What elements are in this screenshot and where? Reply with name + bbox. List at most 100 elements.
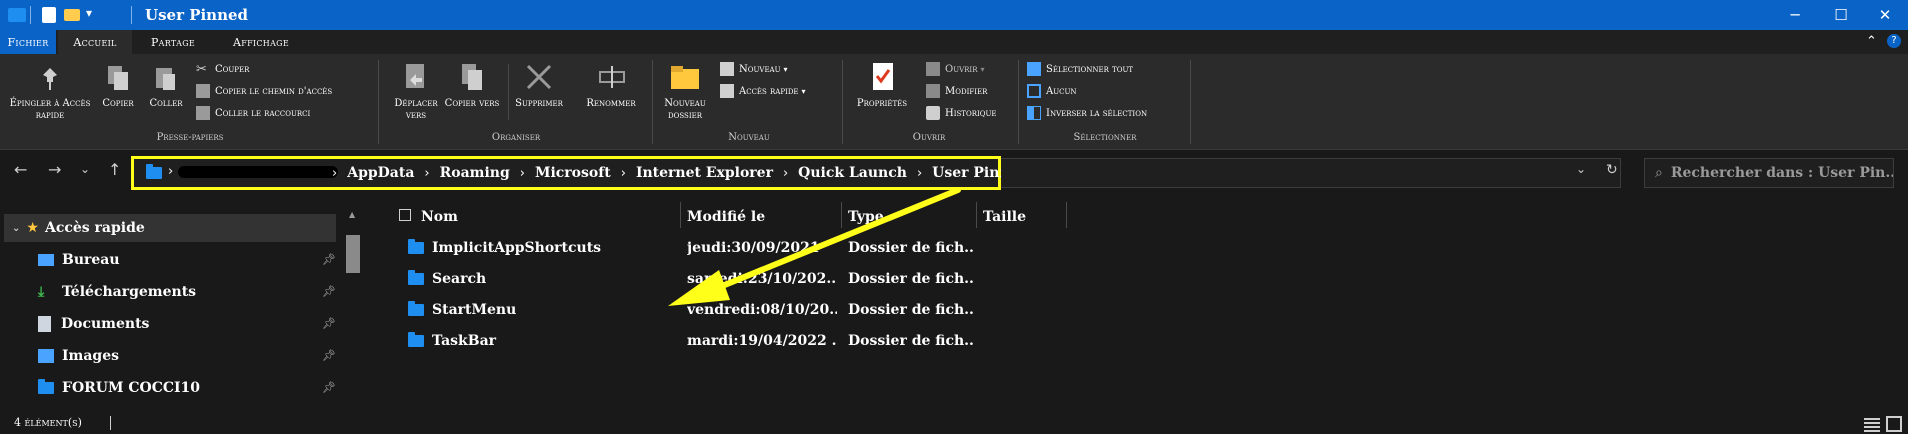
new-item-button[interactable]: Nouveau ▾ — [720, 59, 788, 79]
tab-accueil[interactable]: Accueil — [58, 30, 132, 54]
sidebar-item-label: Images — [62, 348, 120, 364]
column-divider[interactable] — [841, 202, 842, 228]
open-button[interactable]: Ouvrir ▾ — [926, 59, 984, 79]
file-name-cell[interactable]: StartMenu — [408, 301, 517, 318]
properties-button[interactable]: Propriétés — [846, 98, 918, 110]
cut-button[interactable]: ✂ Couper — [196, 59, 249, 79]
paste-button[interactable]: Coller — [142, 98, 190, 110]
collapse-ribbon-icon[interactable]: ⌃ — [1866, 34, 1877, 49]
scroll-up-icon[interactable]: ▲ — [349, 210, 355, 219]
file-name-cell[interactable]: TaskBar — [408, 332, 497, 349]
file-name: TaskBar — [432, 333, 497, 349]
file-name: StartMenu — [432, 302, 517, 318]
sidebar-item-forum-cocci10[interactable]: FORUM COCCI10 — [0, 374, 335, 402]
sidebar-item-documents[interactable]: Documents — [0, 310, 335, 338]
file-modified: vendredi:08/10/20... — [687, 302, 837, 318]
edit-button[interactable]: Modifier — [926, 81, 987, 101]
breadcrumb-roaming[interactable]: Roaming — [440, 165, 510, 181]
search-input[interactable]: ⌕ Rechercher dans : User Pin... — [1644, 158, 1894, 188]
status-bar — [0, 414, 1908, 434]
delete-button[interactable]: Supprimer — [504, 98, 574, 110]
breadcrumb-internet-explorer[interactable]: Internet Explorer — [636, 165, 773, 181]
new-item-label: Nouveau — [739, 63, 781, 75]
copy-button[interactable]: Copier — [94, 98, 142, 110]
rename-button[interactable]: Renommer — [574, 98, 648, 110]
tab-partage[interactable]: Partage — [138, 30, 208, 54]
sidebar-item-images[interactable]: Images — [0, 342, 335, 370]
file-type: Dossier de fich... — [848, 333, 973, 349]
details-view-icon[interactable] — [1864, 416, 1880, 432]
window-title: User Pinned — [145, 6, 249, 24]
column-header-nom[interactable]: Nom — [421, 205, 458, 229]
nav-scrollbar-thumb[interactable] — [346, 235, 360, 273]
file-name-cell[interactable]: ImplicitAppShortcuts — [408, 239, 601, 256]
table-row[interactable]: Search samedi:23/10/202... Dossier de fi… — [400, 267, 1080, 293]
sidebar-item-bureau[interactable]: Bureau — [0, 246, 335, 274]
column-header-type[interactable]: Type — [848, 205, 884, 229]
pin-icon[interactable]: 📌︎ — [322, 381, 336, 394]
customize-toolbar-icon[interactable]: ▾ — [86, 6, 92, 20]
column-header-taille[interactable]: Taille — [983, 205, 1026, 229]
explorer-icon — [8, 8, 26, 22]
dropdown-arrow-icon: ▾ — [980, 64, 985, 74]
folder-icon — [408, 270, 424, 285]
large-icons-view-icon[interactable] — [1886, 416, 1902, 432]
minimize-button[interactable]: ─ — [1772, 0, 1818, 30]
file-name-cell[interactable]: Search — [408, 270, 486, 287]
paste-icon — [153, 64, 177, 92]
maximize-button[interactable]: ☐ — [1818, 0, 1864, 30]
new-folder-quick-icon[interactable] — [64, 9, 80, 21]
sidebar-item-label: FORUM COCCI10 — [62, 380, 201, 396]
breadcrumb-microsoft[interactable]: Microsoft — [535, 165, 611, 181]
paste-shortcut-button[interactable]: Coller le raccourci — [196, 103, 310, 123]
select-all-button[interactable]: Sélectionner tout — [1027, 59, 1133, 79]
copy-to-button[interactable]: Copier vers — [442, 98, 502, 110]
table-row[interactable]: TaskBar mardi:19/04/2022 ... Dossier de … — [400, 329, 1080, 355]
address-dropdown-icon[interactable]: ⌄ — [1576, 162, 1586, 176]
group-label-organiser: Organiser — [491, 132, 541, 143]
history-button[interactable]: Historique — [926, 103, 996, 123]
folder-icon — [38, 379, 54, 394]
table-row[interactable]: ImplicitAppShortcuts jeudi:30/09/2021 Do… — [400, 236, 1080, 262]
recent-locations-icon[interactable]: ⌄ — [80, 162, 90, 176]
column-header-modifie-le[interactable]: Modifié le — [687, 205, 765, 229]
tab-fichier[interactable]: Fichier — [0, 30, 56, 54]
table-row[interactable]: StartMenu vendredi:08/10/20... Dossier d… — [400, 298, 1080, 324]
open-label: Ouvrir — [945, 63, 978, 75]
invert-selection-label: Inverser la sélection — [1046, 107, 1148, 119]
chevron-right-icon[interactable]: › — [168, 164, 173, 179]
column-divider[interactable] — [976, 202, 977, 228]
back-arrow-icon[interactable]: ← — [14, 160, 27, 179]
pin-quick-access-button[interactable]: Épingler à Accès rapide — [4, 98, 96, 122]
move-to-button[interactable]: Déplacer vers — [384, 98, 448, 122]
select-all-checkbox[interactable] — [399, 209, 411, 221]
help-icon[interactable]: ? — [1887, 34, 1901, 48]
select-none-button[interactable]: Aucun — [1027, 81, 1077, 101]
address-bar-extension[interactable] — [1001, 158, 1621, 188]
breadcrumb-quick-launch[interactable]: Quick Launch — [798, 165, 907, 181]
quick-access-item[interactable]: ⌄ ★ Accès rapide — [0, 214, 335, 242]
copy-path-button[interactable]: Copier le chemin d'accès — [196, 81, 332, 101]
properties-quick-icon[interactable] — [42, 7, 56, 23]
sidebar-item-telechargements[interactable]: ⤓ Téléchargements — [0, 278, 335, 306]
invert-selection-button[interactable]: Inverser la sélection — [1027, 103, 1147, 123]
pin-icon[interactable]: 📌︎ — [322, 253, 336, 266]
close-button[interactable]: ✕ — [1862, 0, 1908, 30]
new-folder-button[interactable]: Nouveau dossier — [656, 98, 714, 122]
column-divider[interactable] — [680, 202, 681, 228]
tab-affichage[interactable]: Affichage — [220, 30, 302, 54]
scissors-icon: ✂ — [196, 62, 207, 77]
refresh-icon[interactable]: ↻ — [1606, 162, 1618, 178]
chevron-right-icon: › — [519, 165, 525, 181]
easy-access-button[interactable]: Accès rapide ▾ — [720, 81, 806, 101]
pin-icon[interactable]: 📌︎ — [322, 317, 336, 330]
forward-arrow-icon[interactable]: → — [48, 160, 61, 179]
address-folder-icon — [146, 164, 162, 183]
column-divider[interactable] — [1066, 202, 1067, 228]
up-arrow-icon[interactable]: ↑ — [108, 160, 121, 179]
breadcrumb-appdata[interactable]: AppData — [347, 165, 414, 181]
pin-icon[interactable]: 📌︎ — [322, 349, 336, 362]
pin-icon[interactable]: 📌︎ — [322, 285, 336, 298]
chevron-down-icon[interactable]: ⌄ — [12, 223, 20, 234]
pin-icon — [37, 66, 63, 92]
